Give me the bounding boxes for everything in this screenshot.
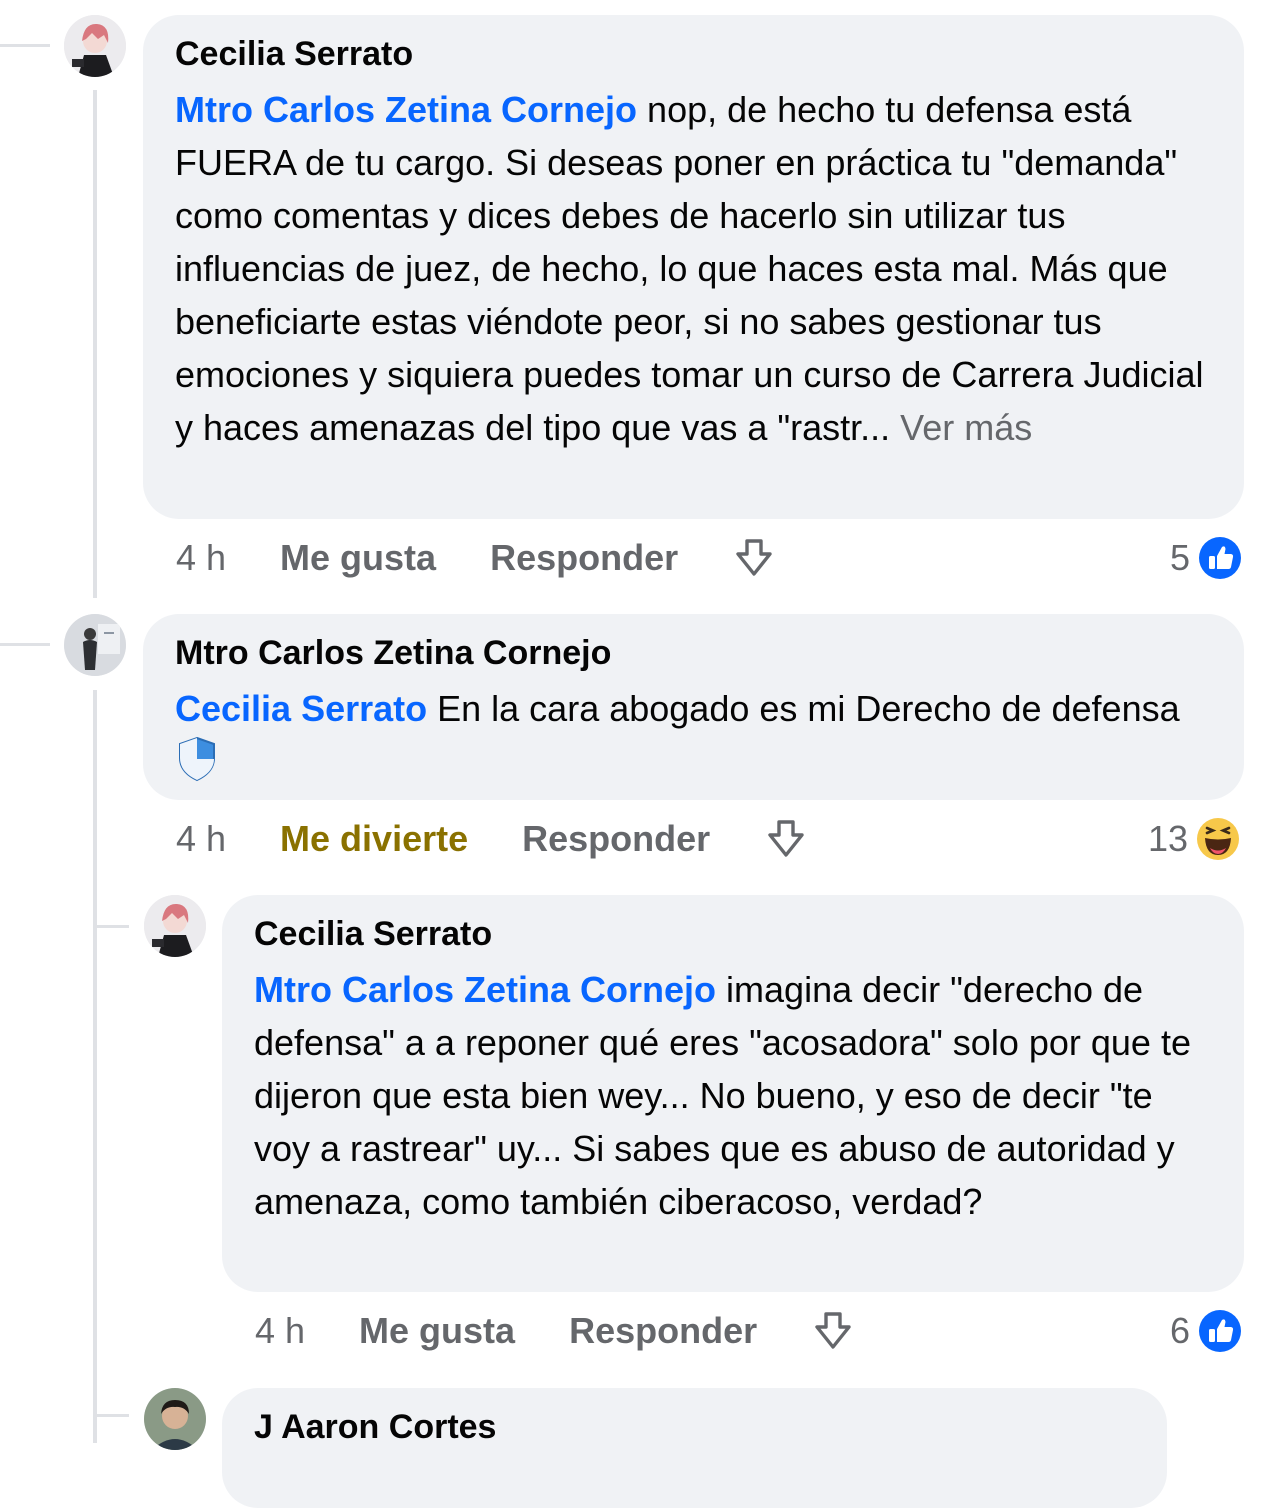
comment-author[interactable]: Mtro Carlos Zetina Cornejo — [175, 632, 1214, 674]
comment-actions-3: 4 h Me gusta Responder — [255, 1306, 855, 1356]
thread-line-top — [0, 44, 50, 47]
avatar-cecilia-serrato-reply[interactable] — [144, 895, 206, 957]
reply-button[interactable]: Responder — [522, 818, 710, 860]
reaction-summary-2[interactable]: 13 — [1148, 814, 1240, 864]
thread-line-mid — [0, 643, 50, 646]
comment-body: nop, de hecho tu defensa está FUERA de t… — [175, 89, 1204, 448]
reaction-summary-1[interactable]: 5 — [1170, 533, 1242, 583]
comment-author[interactable]: J Aaron Cortes — [254, 1406, 1137, 1448]
comment-time[interactable]: 4 h — [255, 1310, 305, 1352]
reaction-count: 6 — [1170, 1310, 1191, 1351]
like-button[interactable]: Me gusta — [280, 537, 436, 579]
mention-link[interactable]: Cecilia Serrato — [175, 688, 427, 729]
thread-reply-branch-2 — [97, 1414, 129, 1417]
downvote-arrow-icon[interactable] — [732, 536, 776, 580]
reaction-count: 5 — [1170, 537, 1191, 578]
avatar-cecilia-serrato[interactable] — [64, 15, 126, 77]
comment-time[interactable]: 4 h — [176, 537, 226, 579]
comment-bubble-4: J Aaron Cortes — [222, 1388, 1167, 1508]
mention-link[interactable]: Mtro Carlos Zetina Cornejo — [175, 89, 637, 130]
comment-time[interactable]: 4 h — [176, 818, 226, 860]
comment-body: En la cara abogado es mi Derecho de defe… — [427, 688, 1180, 729]
comment-author[interactable]: Cecilia Serrato — [254, 913, 1214, 955]
like-button[interactable]: Me gusta — [359, 1310, 515, 1352]
comment-bubble-3: Cecilia Serrato Mtro Carlos Zetina Corne… — [222, 895, 1244, 1292]
reply-button[interactable]: Responder — [569, 1310, 757, 1352]
haha-button[interactable]: Me divierte — [280, 818, 468, 860]
comment-actions-2: 4 h Me divierte Responder — [176, 814, 808, 864]
avatar-j-aaron-cortes[interactable] — [144, 1388, 206, 1450]
downvote-arrow-icon[interactable] — [811, 1309, 855, 1353]
comment-text: Mtro Carlos Zetina Cornejo imagina decir… — [254, 963, 1214, 1228]
like-icon — [1198, 536, 1242, 580]
comment-author[interactable]: Cecilia Serrato — [175, 33, 1214, 75]
thread-line-vertical-1 — [93, 90, 97, 598]
thread-reply-branch-1 — [97, 925, 129, 928]
comment-text: Cecilia Serrato En la cara abogado es mi… — [175, 682, 1214, 797]
shield-emoji-icon — [175, 735, 219, 797]
comment-bubble-2: Mtro Carlos Zetina Cornejo Cecilia Serra… — [143, 614, 1244, 800]
mention-link[interactable]: Mtro Carlos Zetina Cornejo — [254, 969, 716, 1010]
reply-button[interactable]: Responder — [490, 537, 678, 579]
reaction-count: 13 — [1148, 818, 1189, 859]
haha-icon — [1196, 817, 1240, 861]
downvote-arrow-icon[interactable] — [764, 817, 808, 861]
comment-text: Mtro Carlos Zetina Cornejo nop, de hecho… — [175, 83, 1214, 454]
thread-line-vertical-2 — [93, 690, 97, 1443]
comment-actions-1: 4 h Me gusta Responder — [176, 533, 776, 583]
see-more-link[interactable]: Ver más — [900, 407, 1032, 448]
comment-bubble-1: Cecilia Serrato Mtro Carlos Zetina Corne… — [143, 15, 1244, 519]
reaction-summary-3[interactable]: 6 — [1170, 1306, 1242, 1356]
avatar-carlos-zetina[interactable] — [64, 614, 126, 676]
like-icon — [1198, 1309, 1242, 1353]
